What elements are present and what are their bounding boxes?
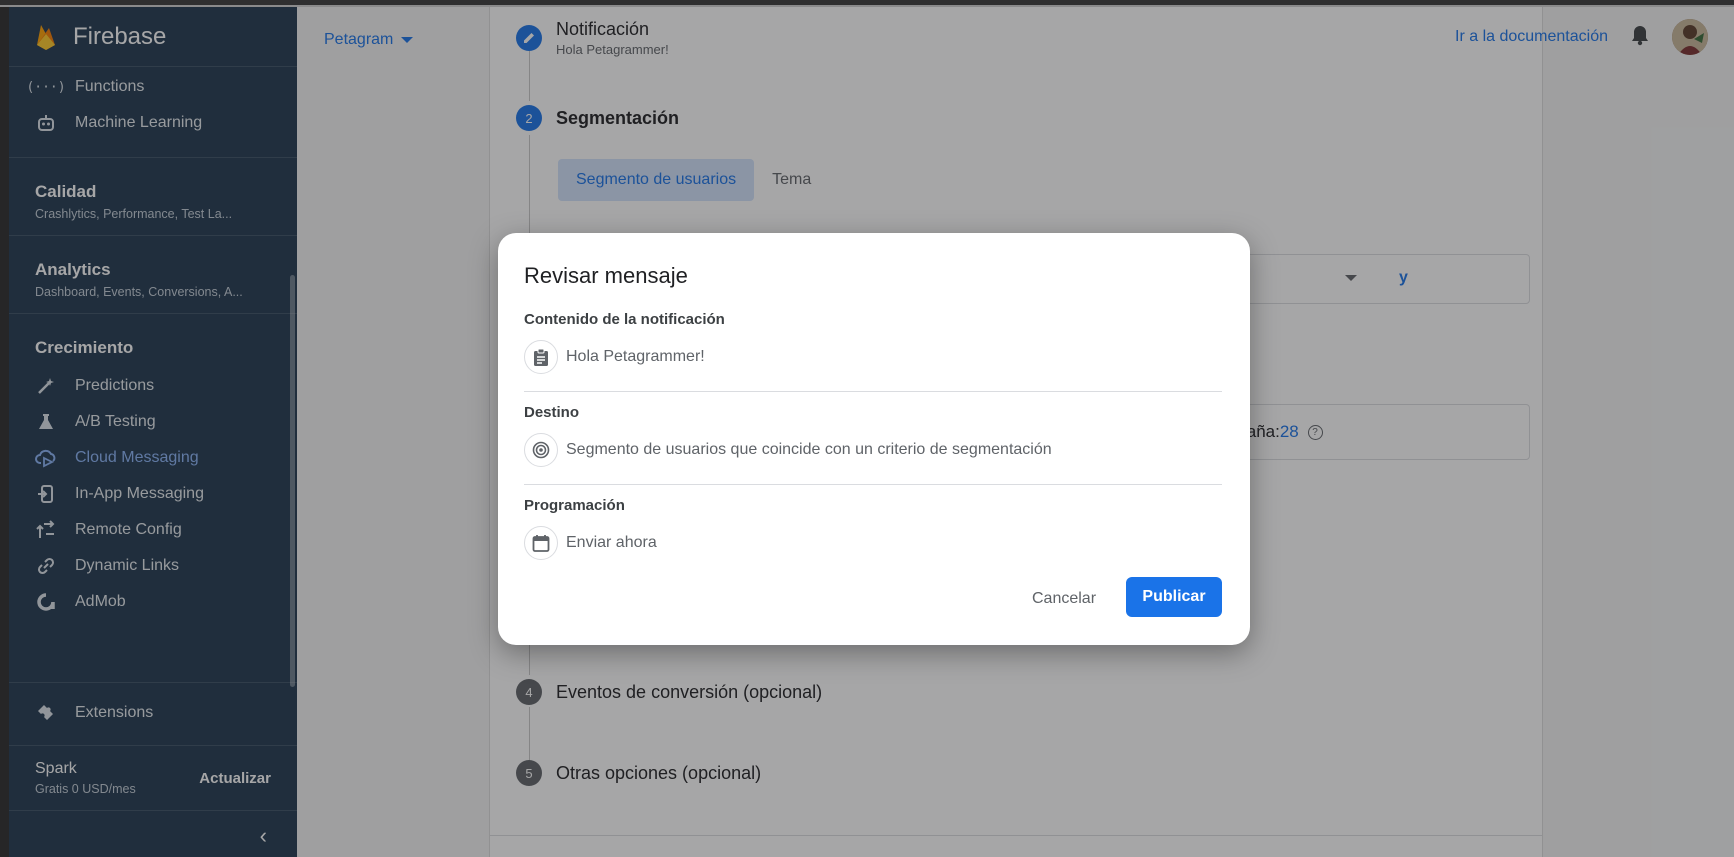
target-section: Destino Segmento de usuarios que coincid… bbox=[524, 404, 1222, 467]
dialog-divider bbox=[524, 484, 1222, 485]
schedule-section: Programación Enviar ahora bbox=[524, 497, 1222, 560]
review-message-dialog: Revisar mensaje Contenido de la notifica… bbox=[498, 233, 1250, 645]
dialog-divider bbox=[524, 391, 1222, 392]
clipboard-icon bbox=[524, 340, 558, 374]
schedule-value: Enviar ahora bbox=[566, 534, 657, 551]
calendar-icon bbox=[524, 526, 558, 560]
publish-button[interactable]: Publicar bbox=[1126, 577, 1222, 617]
target-label: Destino bbox=[524, 404, 580, 421]
content-section: Contenido de la notificación Hola Petagr… bbox=[524, 311, 1222, 374]
schedule-label: Programación bbox=[524, 497, 625, 514]
target-value: Segmento de usuarios que coincide con un… bbox=[566, 441, 1052, 458]
content-label: Contenido de la notificación bbox=[524, 311, 725, 328]
cancel-button[interactable]: Cancelar bbox=[1018, 579, 1110, 619]
content-value: Hola Petagrammer! bbox=[566, 348, 705, 365]
dialog-title: Revisar mensaje bbox=[524, 263, 688, 288]
target-icon bbox=[524, 433, 558, 467]
